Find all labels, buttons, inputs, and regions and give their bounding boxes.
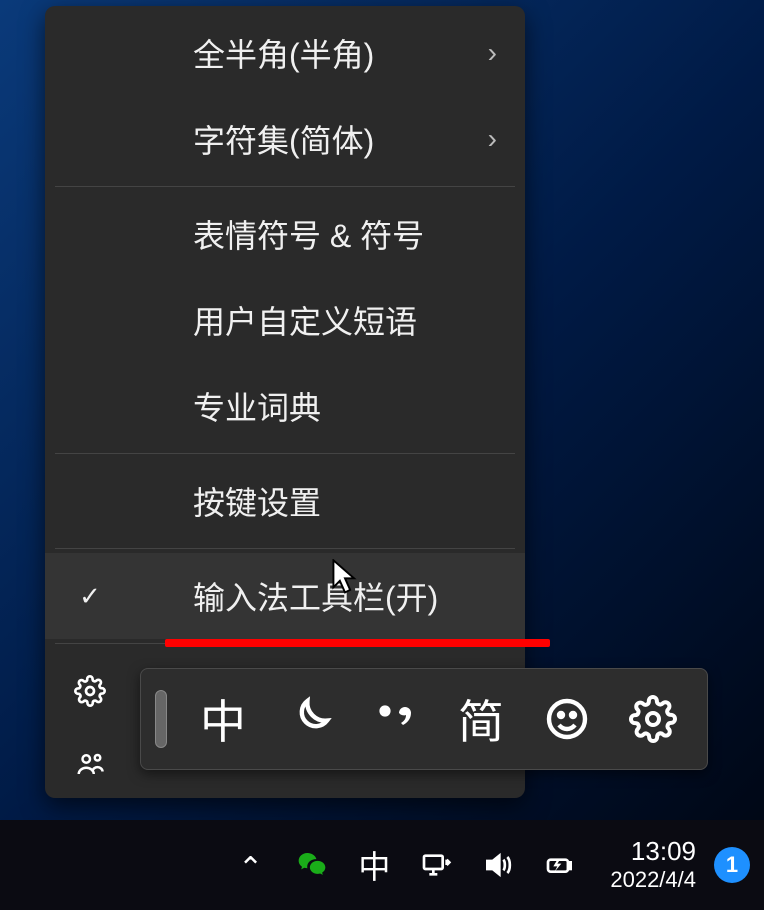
chevron-up-icon: ⌄ <box>238 848 263 883</box>
ime-punctuation-icon[interactable] <box>355 679 435 759</box>
menu-item-charset[interactable]: 字符集(简体) › <box>45 96 525 182</box>
drag-handle-icon[interactable] <box>155 690 167 748</box>
tray-volume-icon[interactable] <box>476 843 520 887</box>
tray-ime-indicator[interactable]: 中 <box>352 843 396 887</box>
tray-network-icon[interactable] <box>414 843 458 887</box>
menu-label: 全半角(半角) <box>63 30 482 76</box>
ime-settings-icon[interactable] <box>613 679 693 759</box>
menu-item-user-phrases[interactable]: 用户自定义短语 <box>45 277 525 363</box>
menu-item-hotkeys[interactable]: 按键设置 <box>45 458 525 544</box>
ime-mode-chinese[interactable]: 中 <box>183 679 263 759</box>
menu-item-ime-toolbar-toggle[interactable]: ✓ 输入法工具栏(开) <box>45 553 525 639</box>
chevron-right-icon: › <box>482 37 503 69</box>
ime-floating-toolbar[interactable]: 中 简 <box>140 668 708 770</box>
menu-label: 专业词典 <box>63 383 503 429</box>
menu-item-fullhalfwidth[interactable]: 全半角(半角) › <box>45 10 525 96</box>
tray-battery-icon[interactable] <box>538 843 582 887</box>
ime-halfmoon-icon[interactable] <box>269 679 349 759</box>
menu-separator <box>55 186 515 187</box>
clock-time: 13:09 <box>631 837 696 867</box>
menu-label: 用户自定义短语 <box>63 297 503 343</box>
menu-item-pro-dict[interactable]: 专业词典 <box>45 363 525 449</box>
menu-item-emoji-symbols[interactable]: 表情符号 & 符号 <box>45 191 525 277</box>
menu-separator <box>55 453 515 454</box>
feedback-icon <box>63 749 117 779</box>
clock-date: 2022/4/4 <box>610 867 696 892</box>
notifications-badge[interactable]: 1 <box>714 847 750 883</box>
annotation-underline <box>165 639 550 647</box>
chevron-right-icon: › <box>482 123 503 155</box>
menu-separator <box>55 548 515 549</box>
taskbar-clock[interactable]: 13:09 2022/4/4 <box>600 837 696 892</box>
tray-wechat-icon[interactable] <box>290 843 334 887</box>
tray-overflow-button[interactable]: ⌄ <box>228 843 272 887</box>
menu-label: 表情符号 & 符号 <box>63 211 503 257</box>
menu-label: 按键设置 <box>63 478 503 524</box>
ime-charset-simplified[interactable]: 简 <box>441 679 521 759</box>
menu-label: 输入法工具栏(开) <box>63 573 503 619</box>
windows-taskbar: ⌄ 中 13:09 2022/4/4 1 <box>0 820 764 910</box>
menu-label: 字符集(简体) <box>63 116 482 162</box>
ime-emoji-icon[interactable] <box>527 679 607 759</box>
